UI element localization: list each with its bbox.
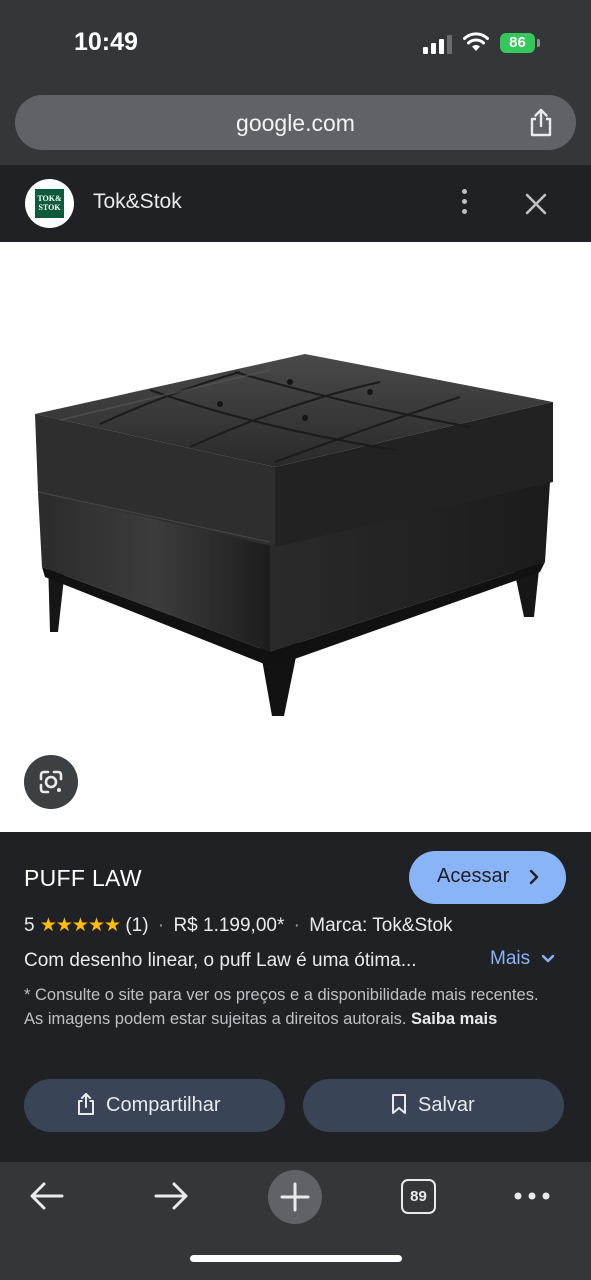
battery-indicator: 86 xyxy=(500,33,535,53)
battery-tip xyxy=(537,39,540,47)
share-icon xyxy=(78,1093,94,1115)
rating-value: 5 xyxy=(24,915,35,936)
status-bar: 10:49 86 xyxy=(0,0,591,90)
visit-button[interactable]: Acessar xyxy=(409,851,566,904)
product-image[interactable] xyxy=(0,242,591,832)
cellular-signal-icon xyxy=(423,32,453,54)
url-text[interactable]: google.com xyxy=(15,110,576,137)
forward-arrow-icon[interactable] xyxy=(152,1180,190,1212)
review-count: (1) xyxy=(125,915,149,936)
save-label: Salvar xyxy=(418,1094,475,1116)
disclaimer: * Consulte o site para ver os preços e a… xyxy=(24,983,544,1031)
product-meta: 5 ★★★★★ (1) · R$ 1.199,00* · Marca: Tok&… xyxy=(24,914,453,937)
home-indicator[interactable] xyxy=(190,1255,402,1262)
address-bar[interactable]: google.com xyxy=(15,95,576,150)
more-vertical-icon[interactable] xyxy=(455,189,473,219)
tab-switcher-button[interactable]: 89 xyxy=(401,1179,436,1214)
browser-toolbar: google.com xyxy=(0,90,591,165)
share-button[interactable]: Compartilhar xyxy=(24,1079,285,1132)
more-button[interactable]: Mais xyxy=(490,948,555,970)
save-button[interactable]: Salvar xyxy=(303,1079,564,1132)
separator-dot: · xyxy=(293,915,300,936)
bookmark-icon xyxy=(392,1094,406,1114)
rating-stars: ★★★★★ xyxy=(39,915,121,936)
separator-dot: · xyxy=(157,915,165,936)
logo-mark: TOK& STOK xyxy=(35,189,64,218)
product-info-panel: PUFF LAW Acessar 5 ★★★★★ (1) · R$ 1.199,… xyxy=(0,832,591,1162)
logo-line-2: STOK xyxy=(38,203,61,212)
ottoman-illustration xyxy=(35,354,553,716)
brand: Marca: Tok&Stok xyxy=(309,915,453,936)
site-logo[interactable]: TOK& STOK xyxy=(25,179,74,228)
site-header: TOK& STOK Tok&Stok xyxy=(0,165,591,242)
site-name[interactable]: Tok&Stok xyxy=(93,190,182,214)
tab-count: 89 xyxy=(410,1188,427,1205)
wifi-icon xyxy=(463,32,489,51)
share-label: Compartilhar xyxy=(106,1094,221,1116)
close-icon[interactable] xyxy=(522,190,550,218)
share-icon[interactable] xyxy=(528,108,554,138)
product-title: PUFF LAW xyxy=(24,865,142,891)
google-lens-icon[interactable] xyxy=(24,755,78,809)
plus-icon xyxy=(280,1182,310,1212)
battery-level: 86 xyxy=(509,34,526,51)
visit-label: Acessar xyxy=(437,865,510,887)
product-description: Com desenho linear, o puff Law é uma óti… xyxy=(24,950,417,971)
more-horizontal-icon[interactable] xyxy=(513,1190,551,1202)
chevron-down-icon xyxy=(542,954,555,963)
logo-line-1: TOK& xyxy=(37,194,62,203)
chevron-right-icon xyxy=(529,869,539,885)
learn-more-link[interactable]: Saiba mais xyxy=(411,1010,497,1028)
back-arrow-icon[interactable] xyxy=(28,1180,66,1212)
browser-bottom-bar: 89 xyxy=(0,1162,591,1280)
new-tab-button[interactable] xyxy=(268,1170,322,1224)
more-label: Mais xyxy=(490,948,531,969)
clock: 10:49 xyxy=(74,28,138,56)
price: R$ 1.199,00* xyxy=(173,915,285,936)
